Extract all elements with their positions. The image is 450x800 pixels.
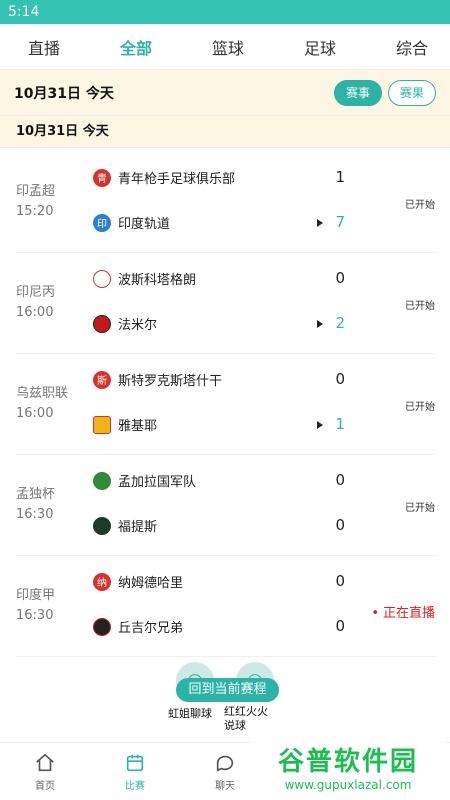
match-row[interactable]: 印度甲 16:30 纳 纳姆德哈里 丘吉尔兄弟 0 0 正在直播 xyxy=(15,556,435,657)
nav-home[interactable]: 首页 xyxy=(0,743,90,800)
anchor-name[interactable]: 红红火火说球 xyxy=(224,705,274,733)
date-bar: 10月31日 今天 赛事 赛果 xyxy=(0,70,450,116)
match-status: 已开始 xyxy=(405,402,435,413)
schedule-button[interactable]: 赛事 xyxy=(333,79,382,106)
league-name: 乌兹职联 xyxy=(16,386,69,401)
tab-live[interactable]: 直播 xyxy=(28,35,60,59)
home-icon xyxy=(36,753,54,771)
match-time: 15:20 xyxy=(16,204,54,219)
tab-basketball[interactable]: 篮球 xyxy=(212,35,244,59)
anchor-name[interactable]: 虹姐聊球 xyxy=(168,705,212,721)
match-row[interactable]: 孟独杯 16:30 孟加拉国军队 福提斯 0 0 已开始 xyxy=(15,455,435,556)
away-score: 0 xyxy=(335,516,345,534)
watermark-logo: 谷普软件园 www.gupuxlazal.com xyxy=(250,738,446,794)
away-team-name: 福提斯 xyxy=(118,520,158,535)
match-status: 已开始 xyxy=(405,200,435,211)
chat-icon xyxy=(216,755,234,772)
nav-label: 聊天 xyxy=(215,780,235,792)
live-status: 正在直播 xyxy=(371,602,435,621)
top-tabs: 直播 全部 篮球 足球 综合 xyxy=(0,24,450,70)
match-status: 已开始 xyxy=(405,503,435,514)
away-team-name: 法米尔 xyxy=(118,318,158,333)
team-logo-icon: 纳 xyxy=(93,572,111,591)
home-score: 0 xyxy=(335,572,345,590)
match-row[interactable]: 印尼丙 16:00 波斯科塔格朗 法米尔 0 2 已开始 xyxy=(15,253,435,354)
home-score: 0 xyxy=(335,269,345,287)
team-logo-icon xyxy=(93,471,111,490)
home-score: 0 xyxy=(335,370,345,388)
match-row[interactable]: 印孟超 15:20 青 青年枪手足球俱乐部 印 印度轨道 1 7 已开始 xyxy=(15,152,435,253)
league-name: 孟独杯 xyxy=(16,487,56,502)
away-team-name: 雅基耶 xyxy=(118,419,158,434)
match-time: 16:30 xyxy=(16,608,54,623)
home-score: 0 xyxy=(335,471,345,489)
home-team-name: 斯特罗克斯塔什干 xyxy=(118,374,223,389)
shield-logo-icon xyxy=(93,415,111,434)
date-title: 10月31日 今天 xyxy=(14,85,114,102)
status-time: 5:14 xyxy=(8,4,40,20)
match-status: 已开始 xyxy=(405,301,435,312)
away-team-name: 印度轨道 xyxy=(118,217,171,232)
status-bar: 5:14 xyxy=(0,0,450,24)
shield-logo-icon xyxy=(93,269,111,288)
watermark-title: 谷普软件园 xyxy=(277,746,418,777)
match-row[interactable]: 乌兹职联 16:00 斯 斯特罗克斯塔什干 雅基耶 0 1 已开始 xyxy=(15,354,435,455)
home-team-name: 纳姆德哈里 xyxy=(118,576,184,591)
home-team-name: 青年枪手足球俱乐部 xyxy=(118,172,236,187)
team-logo-icon xyxy=(93,617,111,636)
home-team-name: 波斯科塔格朗 xyxy=(118,273,197,288)
nav-matches[interactable]: 比赛 xyxy=(90,743,180,800)
results-button[interactable]: 赛果 xyxy=(387,79,436,106)
home-score: 1 xyxy=(335,168,345,186)
play-icon xyxy=(317,320,323,328)
home-team-name: 孟加拉国军队 xyxy=(118,475,197,490)
nav-label: 比赛 xyxy=(125,780,145,792)
nav-label: 首页 xyxy=(35,780,55,792)
tab-all[interactable]: 全部 xyxy=(120,35,152,59)
calendar-icon xyxy=(126,754,144,771)
floating-anchors: ☺ ☺ 回到当前赛程 虹姐聊球 红红火火说球 xyxy=(168,660,279,732)
team-logo-icon xyxy=(93,516,111,535)
league-name: 印尼丙 xyxy=(16,285,56,300)
team-logo-icon: 斯 xyxy=(93,370,111,389)
away-score: 2 xyxy=(335,314,345,332)
watermark-url: www.gupuxlazal.com xyxy=(284,777,412,792)
match-list: 印孟超 15:20 青 青年枪手足球俱乐部 印 印度轨道 1 7 已开始 印尼丙… xyxy=(0,148,450,657)
match-time: 16:30 xyxy=(16,507,54,522)
tab-general[interactable]: 综合 xyxy=(396,35,428,59)
section-date: 10月31日 今天 xyxy=(0,116,450,148)
match-time: 16:00 xyxy=(16,406,54,421)
devil-logo-icon xyxy=(93,314,111,333)
match-time: 16:00 xyxy=(16,305,54,320)
team-logo-icon: 印 xyxy=(93,213,111,232)
tab-football[interactable]: 足球 xyxy=(304,35,336,59)
away-score: 1 xyxy=(335,415,345,433)
away-score: 7 xyxy=(335,213,345,231)
play-icon xyxy=(317,219,323,227)
back-to-current-button[interactable]: 回到当前赛程 xyxy=(176,678,279,702)
league-name: 印孟超 xyxy=(16,184,56,199)
away-score: 0 xyxy=(335,617,345,635)
away-team-name: 丘吉尔兄弟 xyxy=(118,621,184,636)
team-logo-icon: 青 xyxy=(93,168,111,187)
league-name: 印度甲 xyxy=(16,588,56,603)
play-icon xyxy=(317,421,323,429)
